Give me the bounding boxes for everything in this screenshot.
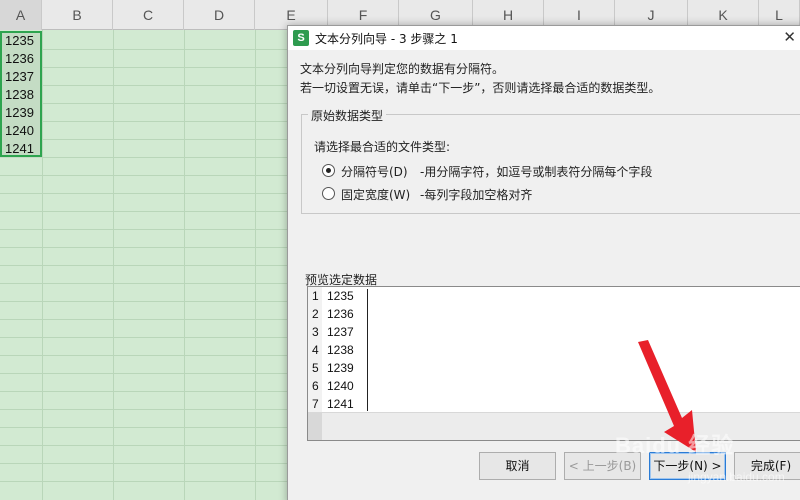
column-header-a[interactable]: A [0,0,42,30]
preview-row-number: 6 [312,379,319,393]
app-icon: S [293,30,309,46]
preview-row-number: 2 [312,307,319,321]
close-icon[interactable]: ✕ [783,28,796,46]
preview-row-value: 1237 [327,325,354,339]
intro-text-1: 文本分列向导判定您的数据有分隔符。 [300,62,505,76]
column-separator[interactable] [367,289,368,411]
preview-row-number: 3 [312,325,319,339]
dialog-titlebar[interactable]: S 文本分列向导 - 3 步骤之 1 ✕ [288,26,800,50]
column-header-b[interactable]: B [42,0,113,30]
selection-border [0,31,42,157]
preview-row-value: 1241 [327,397,354,411]
preview-row-number: 1 [312,289,319,303]
watermark-logo: Baidu 经验 [615,433,735,458]
option-fixed-width-label[interactable]: 固定宽度(W) [341,186,410,203]
column-header-c[interactable]: C [113,0,184,30]
preview-row-value: 1235 [327,289,354,303]
preview-row-number: 5 [312,361,319,375]
option-fixed-width-desc: -每列字段加空格对齐 [420,188,533,202]
preview-box[interactable]: 1 1235 2 1236 3 1237 4 1238 5 1239 6 124… [307,286,800,441]
dialog-title: 文本分列向导 - 3 步骤之 1 [315,32,458,46]
option-delimited-desc: -用分隔字符，如逗号或制表符分隔每个字段 [420,165,653,179]
preview-row-value: 1240 [327,379,354,393]
column-header-d[interactable]: D [184,0,255,30]
radio-fixed-width[interactable] [322,187,335,200]
option-delimited-label[interactable]: 分隔符号(D) [341,163,408,180]
watermark-url: jingyan.baidu.com [688,470,785,484]
file-type-prompt: 请选择最合适的文件类型: [314,140,451,154]
preview-row-value: 1236 [327,307,354,321]
preview-row-number: 7 [312,397,319,411]
cancel-button[interactable]: 取消 [479,452,556,480]
radio-delimited[interactable] [322,164,335,177]
preview-row-value: 1238 [327,343,354,357]
intro-text-2: 若一切设置无误，请单击“下一步”，否则请选择最合适的数据类型。 [300,81,661,95]
preview-corner [308,412,322,440]
preview-row-number: 4 [312,343,319,357]
group-label: 原始数据类型 [308,107,387,124]
preview-row-value: 1239 [327,361,354,375]
